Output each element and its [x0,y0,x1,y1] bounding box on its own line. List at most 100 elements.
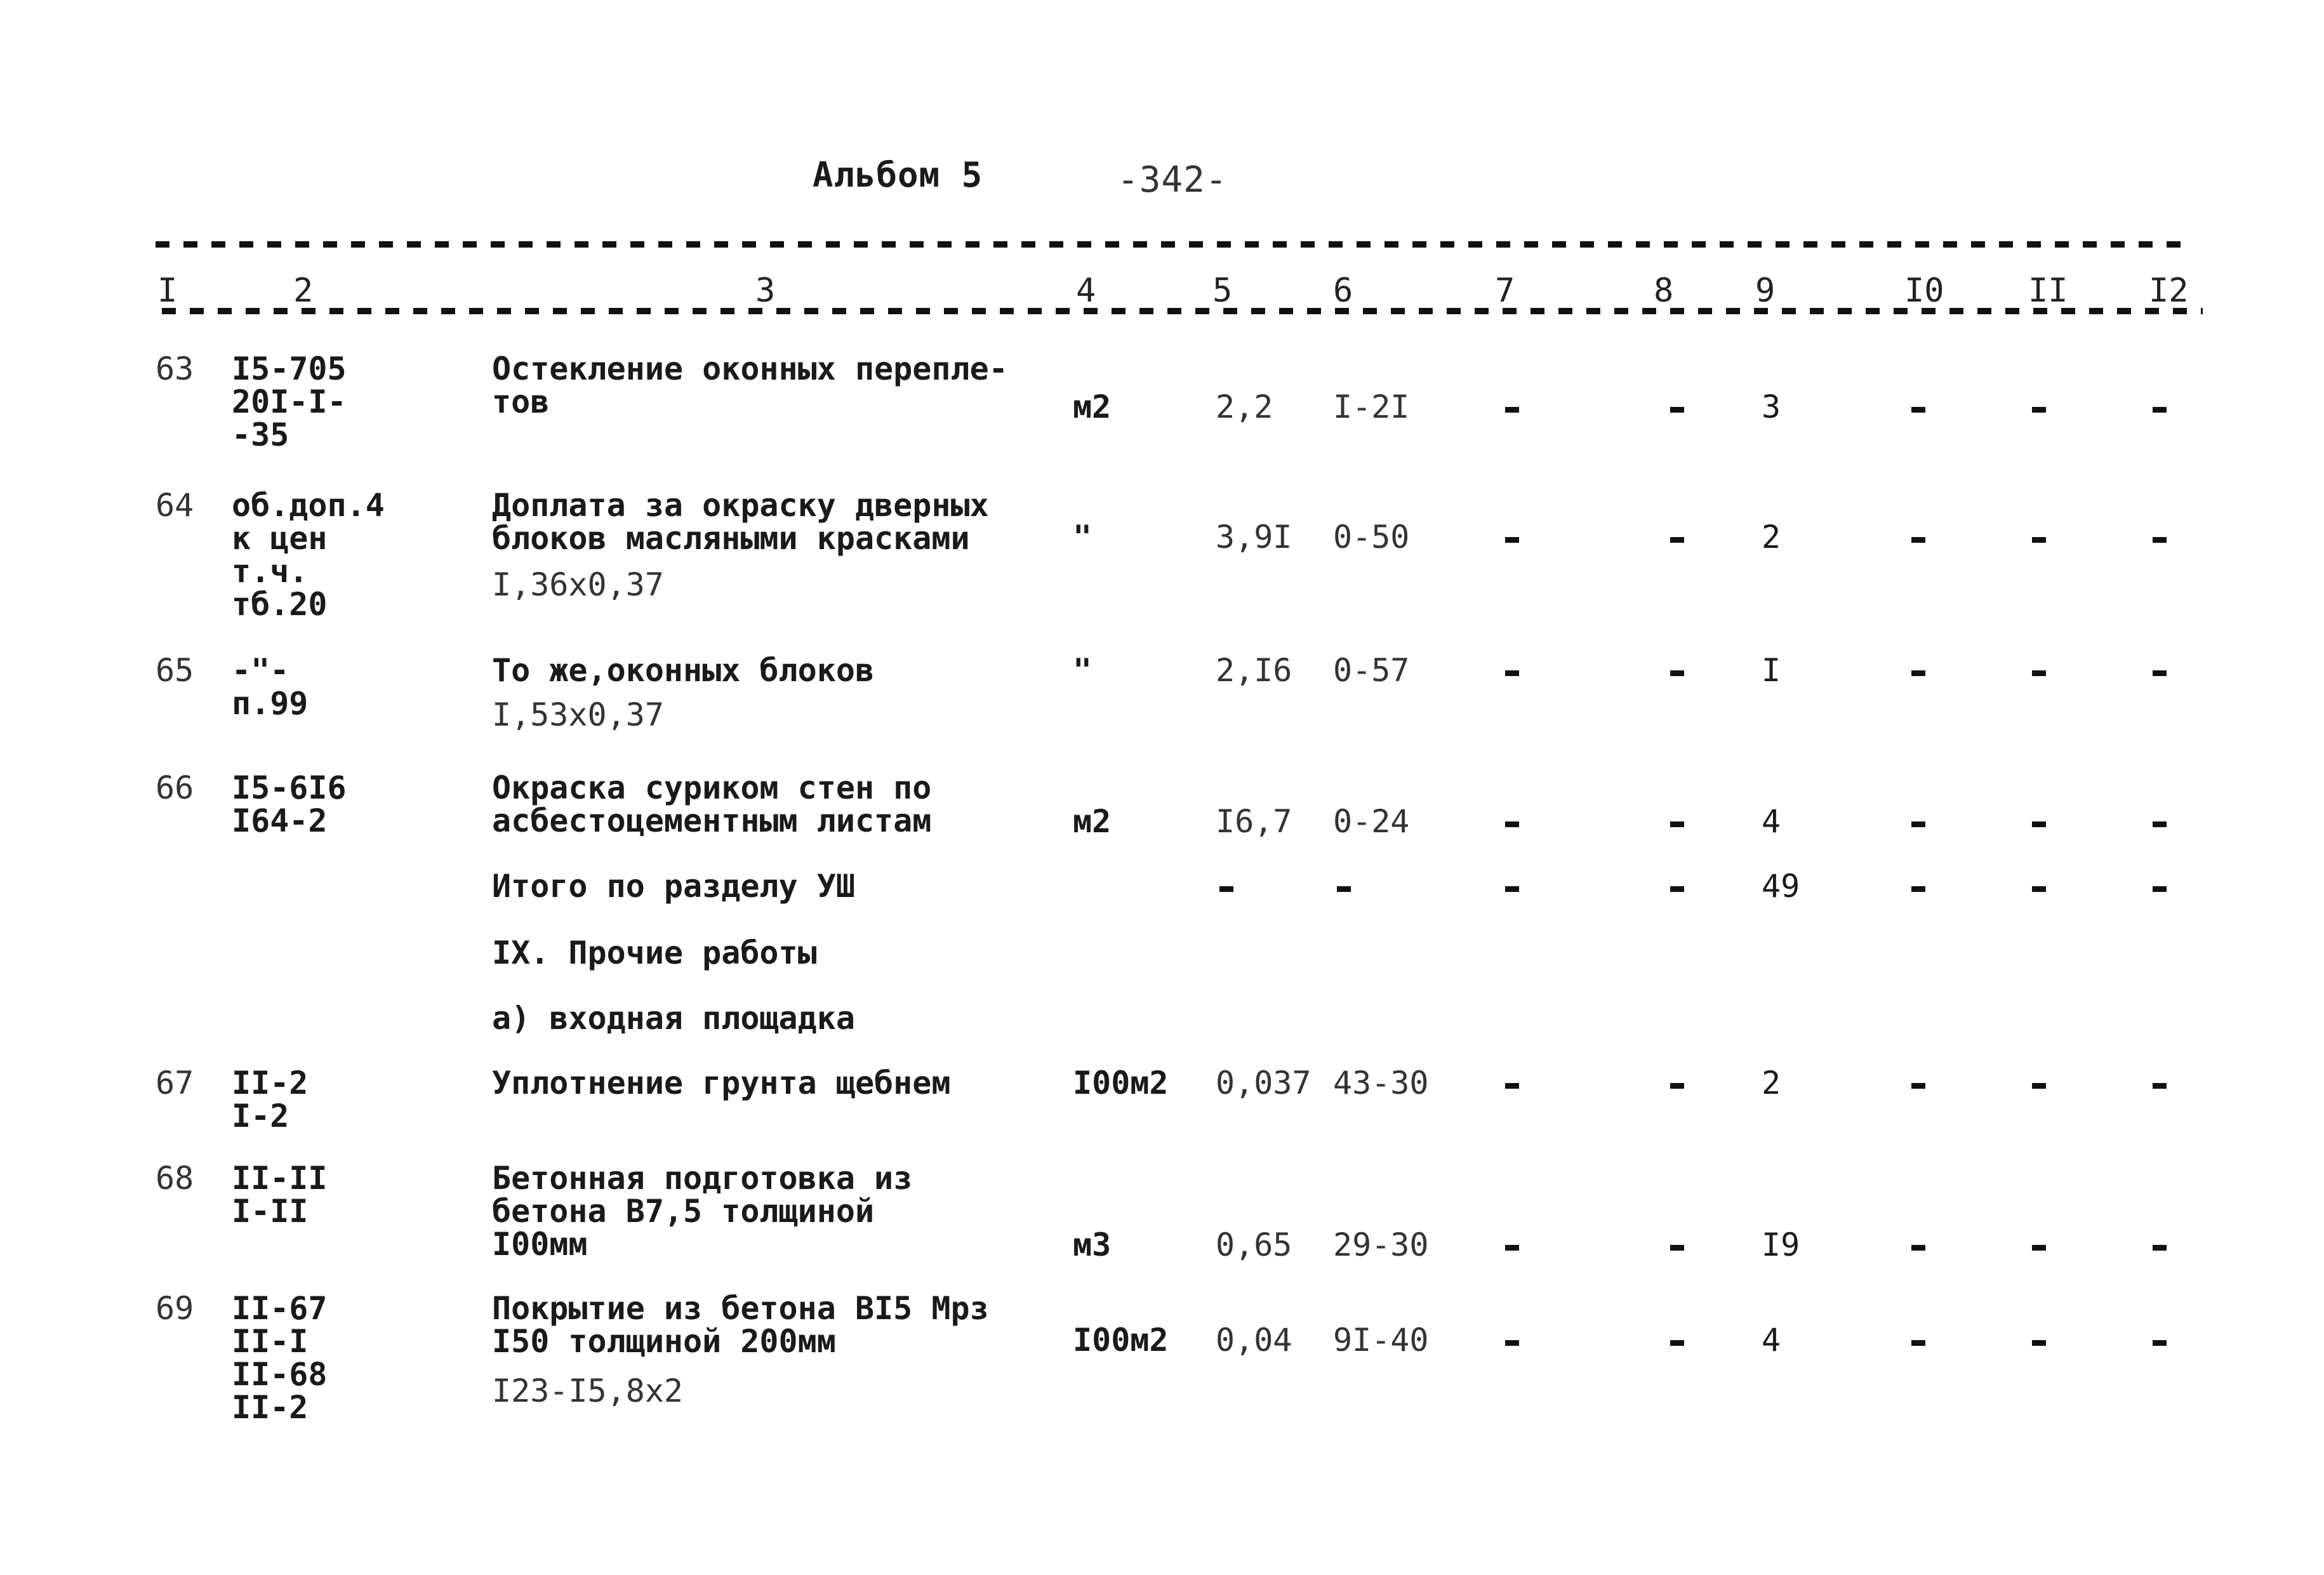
row-number: 64 [156,487,194,524]
column-header: I [157,272,178,310]
cell-c9: 4 [1762,803,1781,840]
work-description: тов [492,383,550,420]
cell-c11-dash [2032,1083,2046,1089]
work-description: Остекление оконных перепле- [492,350,1008,387]
cell-c11-dash [2032,407,2046,413]
unit-price: 9I-40 [1333,1322,1429,1359]
quantity-formula: I,36х0,37 [492,566,664,603]
quantity: I6,7 [1216,803,1292,840]
norm-code: II-2 [232,1065,309,1101]
subtotal-qty-dash [1219,886,1233,892]
column-header: 5 [1212,272,1233,310]
cell-c8-dash [1670,407,1684,413]
norm-code: I-2 [232,1098,289,1134]
norm-code: II-68 [232,1356,328,1393]
column-header: 4 [1076,272,1096,310]
norm-code: -35 [232,416,289,453]
norm-code: об.доп.4 [232,487,385,524]
quantity: 0,65 [1216,1226,1292,1263]
work-description: Доплата за окраску дверных [492,487,989,524]
quantity: 0,037 [1216,1065,1311,1101]
row-number: 65 [156,652,194,689]
cell-c11-dash [2032,1245,2046,1251]
page-number: -342- [1117,159,1228,201]
unit: м2 [1073,803,1112,840]
cell-c10-dash [1911,821,1925,827]
work-description: блоков масляными красками [492,520,970,557]
cell-c12-dash [2153,1340,2167,1346]
subtotal-price-dash [1337,886,1351,892]
column-header: 3 [755,272,776,310]
cell-c12-dash [2153,1245,2167,1251]
cell-c9: I [1762,652,1781,689]
work-description: Бетонная подготовка из [492,1160,913,1197]
cell-c11-dash [2032,537,2046,543]
cell-c12-dash [2153,407,2167,413]
cell-c10-dash [1911,1245,1925,1251]
unit-price: 0-24 [1333,803,1410,840]
quantity: 2,2 [1216,389,1273,425]
cell-c10-dash [1911,670,1925,676]
quantity-formula: I23-I5,8х2 [492,1372,684,1409]
unit-price: 0-50 [1333,519,1410,555]
album-title: Альбом 5 [813,155,983,195]
norm-code: -"- [232,652,289,689]
quantity: 2,I6 [1216,652,1292,689]
unit: I00м2 [1073,1322,1169,1359]
cell-c8-dash [1670,537,1684,543]
subtotal-c9: 49 [1762,868,1800,905]
cell-c11-dash [2032,1340,2046,1346]
column-header: 7 [1495,272,1515,310]
norm-code: I5-6I6 [232,769,347,806]
column-header: 2 [293,272,314,310]
cell-c12-dash [2153,537,2167,543]
cell-c7-dash [1505,537,1519,543]
cell-c9: I9 [1762,1226,1800,1263]
cell-c8-dash [1670,821,1684,827]
norm-code: I-II [232,1193,309,1230]
unit-price: 29-30 [1333,1226,1429,1263]
unit: " [1073,519,1092,555]
cell-c10-dash [1911,407,1925,413]
work-description: I00мм [492,1226,588,1263]
work-description: бетона В7,5 толщиной [492,1193,875,1230]
cell-c10-dash [1911,1083,1925,1089]
cell-c12-dash [2153,1083,2167,1089]
cell-c12-dash [2153,670,2167,676]
subtotal-c11-dash [2032,886,2046,892]
norm-code: II-2 [232,1389,309,1426]
work-description: Покрытие из бетона ВI5 Мрз [492,1290,989,1327]
work-description: Уплотнение грунта щебнем [492,1065,951,1101]
row-number: 69 [156,1290,194,1327]
row-number: 63 [156,350,194,387]
unit-price: 43-30 [1333,1065,1429,1101]
unit: I00м2 [1073,1065,1169,1101]
subtotal-c12-dash [2153,886,2167,892]
subtotal-c8-dash [1670,886,1684,892]
cell-c7-dash [1505,1340,1519,1346]
norm-code: I5-705 [232,350,347,387]
quantity-formula: I,53х0,37 [492,696,664,733]
cell-c8-dash [1670,1340,1684,1346]
cell-c10-dash [1911,537,1925,543]
norm-code: тб.20 [232,586,328,623]
quantity: 0,04 [1216,1322,1292,1359]
work-description: I50 толщиной 200мм [492,1323,836,1360]
cell-c11-dash [2032,821,2046,827]
quantity: 3,9I [1216,519,1292,555]
column-header: I2 [2149,272,2189,310]
row-number: 67 [156,1065,194,1101]
cell-c7-dash [1505,821,1519,827]
cell-c9: 2 [1762,519,1781,555]
norm-code: т.ч. [232,553,309,590]
cell-c7-dash [1505,670,1519,676]
table-top-rule [156,241,2193,248]
cell-c9: 4 [1762,1322,1781,1359]
column-header: 6 [1333,272,1353,310]
cell-c8-dash [1670,1083,1684,1089]
work-description: асбестоцементным листам [492,802,932,839]
norm-code: I64-2 [232,802,328,839]
subtotal-label: Итого по разделу УШ [492,868,855,905]
table-header-rule [162,308,2203,314]
cell-c7-dash [1505,1245,1519,1251]
